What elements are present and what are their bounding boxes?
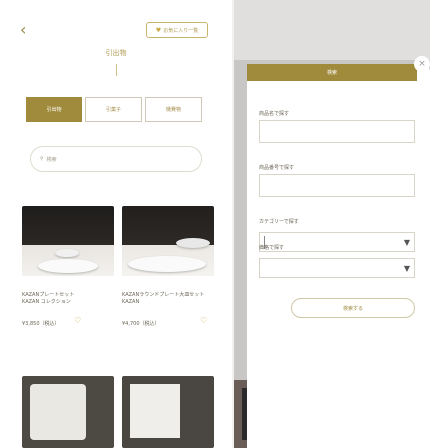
close-icon[interactable]: × (414, 56, 430, 72)
heart-outline-icon[interactable]: ♡ (74, 316, 81, 325)
search-input[interactable]: ⚲ 検索 (30, 146, 202, 172)
heart-outline-icon[interactable]: ♡ (200, 316, 207, 325)
favorites-button-label: お気に入り一覧 (163, 27, 199, 34)
product-price: ¥3,850（税込） (22, 321, 60, 327)
plate-image (38, 259, 98, 273)
page-title: 引出物 (105, 49, 127, 57)
price-select[interactable]: ▼ (259, 258, 415, 278)
search-icon: ⚲ (40, 156, 44, 162)
tab-hikigashi[interactable]: 引菓子 (85, 97, 142, 122)
search-submit-button[interactable]: 検索する (291, 298, 415, 318)
product-number-label: 商品番号で探す (259, 165, 295, 171)
dropdown-arrow-icon: ▼ (403, 264, 410, 273)
plate-image (130, 384, 180, 438)
favorites-button[interactable]: ♥ お気に入り一覧 (146, 22, 208, 38)
category-label: カテゴリーで探す (259, 219, 299, 225)
product-name-label: 商品名で探す (259, 111, 290, 117)
category-tabs: 引出物 引菓子 機費物 (26, 97, 202, 122)
plate-image (176, 238, 210, 248)
plate-image (128, 256, 206, 272)
dimmed-header (234, 0, 430, 60)
plate-image (30, 384, 86, 440)
tab-hikidemono[interactable]: 引出物 (26, 97, 82, 122)
product-number-field[interactable] (259, 174, 415, 197)
tab-kihimono[interactable]: 機費物 (145, 97, 202, 122)
product-name[interactable]: KAZANラウンドプレート大皿セット KAZAN (122, 292, 216, 306)
heart-icon: ♥ (155, 26, 162, 34)
price-label: 価格で探す (259, 245, 285, 251)
dropdown-arrow-icon: ▼ (403, 238, 410, 247)
title-divider (116, 64, 117, 76)
product-price: ¥4,700（税込） (122, 321, 160, 327)
search-panel-header: 検索 (247, 64, 417, 81)
product-name[interactable]: KAZANプレートセット KAZAN コレクション (22, 292, 116, 306)
chevron-left-icon[interactable]: ‹ (20, 20, 26, 39)
search-placeholder: 検索 (46, 156, 57, 163)
product-name-field[interactable] (259, 120, 415, 143)
plate-image (55, 249, 79, 257)
